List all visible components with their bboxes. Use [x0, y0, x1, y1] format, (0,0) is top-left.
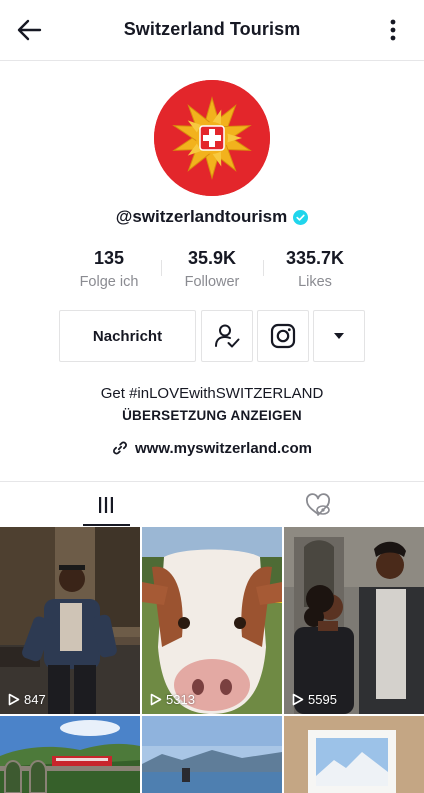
followers-label: Follower [184, 274, 240, 290]
video-thumbnail[interactable] [142, 716, 282, 793]
video-thumbnail-image [284, 716, 424, 793]
caret-down-icon [334, 333, 344, 339]
video-grid: 847 5313 5595 [0, 527, 424, 793]
video-thumbnail[interactable] [284, 716, 424, 793]
instagram-button[interactable] [257, 310, 309, 362]
view-count-value: 847 [24, 692, 46, 707]
following-count: 135 [93, 248, 125, 268]
video-thumbnail[interactable]: 5595 [284, 527, 424, 714]
view-count: 5313 [150, 692, 195, 707]
translate-link[interactable]: ÜBERSETZUNG ANZEIGEN [0, 408, 424, 423]
likes-label: Likes [298, 274, 332, 290]
video-thumbnail-image [0, 527, 140, 714]
link-icon [113, 441, 127, 455]
likes-count: 335.7K [285, 248, 345, 268]
stat-followers[interactable]: 35.9K Follower [157, 247, 267, 290]
view-count-value: 5313 [166, 692, 195, 707]
video-thumbnail[interactable]: 847 [0, 527, 140, 714]
stat-following[interactable]: 135 Folge ich [54, 247, 164, 290]
verified-badge-icon [293, 209, 309, 225]
edelweiss-logo [154, 80, 270, 196]
message-button[interactable]: Nachricht [59, 310, 196, 362]
followers-count: 35.9K [187, 248, 237, 268]
more-options-button[interactable] [381, 16, 405, 44]
liked-hidden-icon [306, 493, 330, 516]
page-title: Switzerland Tourism [123, 19, 301, 39]
play-icon [150, 693, 162, 706]
stat-likes[interactable]: 335.7K Likes [260, 247, 370, 290]
tab-liked[interactable] [212, 482, 424, 528]
more-vertical-icon [390, 19, 396, 41]
suggested-accounts-button[interactable] [313, 310, 365, 362]
video-thumbnail-image [284, 527, 424, 714]
view-count: 5595 [292, 692, 337, 707]
instagram-icon [270, 323, 296, 349]
video-thumbnail-image [142, 716, 282, 793]
view-count-value: 5595 [308, 692, 337, 707]
website-url: www.myswitzerland.com [135, 439, 312, 457]
active-tab-indicator [83, 524, 130, 526]
username: @switzerlandtourism [115, 207, 288, 226]
grid-icon [99, 497, 113, 513]
website-link[interactable]: www.myswitzerland.com [0, 437, 424, 459]
video-thumbnail-image [0, 716, 140, 793]
profile-tabs [0, 481, 424, 527]
play-icon [292, 693, 304, 706]
following-status-button[interactable] [201, 310, 253, 362]
play-icon [8, 693, 20, 706]
view-count: 847 [8, 692, 46, 707]
user-check-icon [215, 324, 240, 348]
top-bar: Switzerland Tourism [0, 0, 424, 61]
stats-row: 135 Folge ich 35.9K Follower 335.7K Like… [0, 247, 424, 293]
tab-videos[interactable] [0, 482, 212, 528]
video-thumbnail-image [142, 527, 282, 714]
video-thumbnail[interactable]: 5313 [142, 527, 282, 714]
bio-text: Get #inLOVEwithSWITZERLAND [100, 385, 324, 402]
handle-row: @switzerlandtourism [0, 205, 424, 229]
avatar[interactable] [154, 80, 270, 196]
video-thumbnail[interactable] [0, 716, 140, 793]
following-label: Folge ich [79, 274, 139, 290]
